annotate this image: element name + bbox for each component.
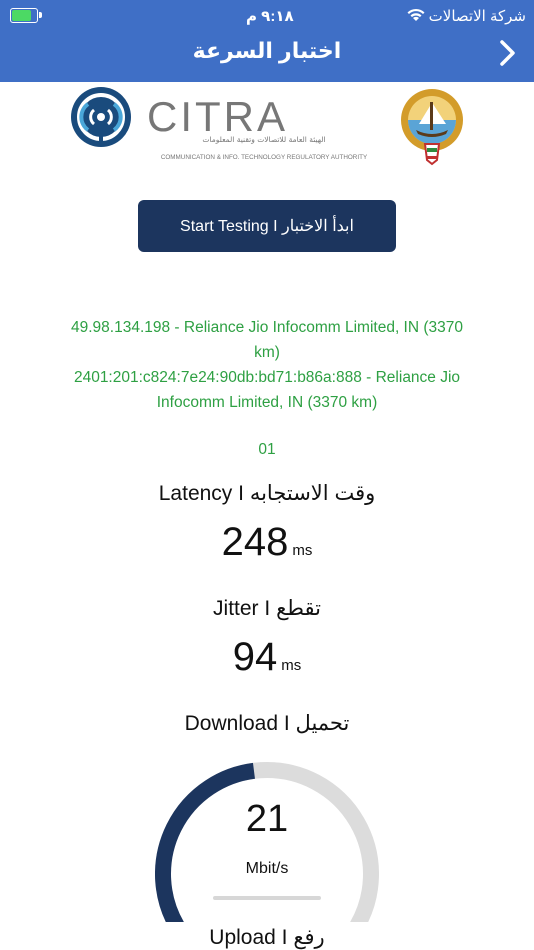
latency-metric: 248 ms [0, 520, 534, 565]
download-label: Download I تحميل [184, 712, 350, 735]
citra-emblem-icon [71, 87, 131, 147]
download-value: 21 [245, 798, 289, 840]
test-counter: 01 [258, 441, 276, 458]
page-title: اختبار السرعة [192, 38, 342, 63]
jitter-label: Jitter I تقطع [213, 597, 321, 620]
logo-row: CITRA الهيئة العامة للاتصالات وتقنية الم… [0, 84, 534, 166]
status-time: ٩:١٨ م [246, 8, 294, 25]
chevron-right-icon[interactable] [494, 38, 520, 68]
kuwait-emblem-icon [401, 89, 463, 166]
server-ipv6-line1: 2401:201:c824:7e24:90db:bd71:b86a:888 - … [73, 369, 461, 386]
upload-label: Upload I رفع [209, 926, 325, 949]
citra-english-name: COMMUNICATION & INFO. TECHNOLOGY REGULAT… [161, 154, 368, 161]
wifi-icon [407, 8, 425, 21]
gauge-baseline [213, 896, 321, 900]
citra-logo: CITRA الهيئة العامة للاتصالات وتقنية الم… [71, 87, 463, 166]
latency-unit: ms [292, 542, 313, 559]
header-bar: ٩:١٨ م شركة الاتصالات اختبار السرعة [0, 0, 534, 82]
citra-wordmark: CITRA [147, 93, 288, 140]
jitter-value: 94 [232, 635, 278, 679]
citra-arabic-name: الهيئة العامة للاتصالات وتقنية المعلومات [202, 135, 325, 144]
carrier-name: شركة الاتصالات [428, 8, 526, 25]
server-ipv4: 49.98.134.198 - Reliance Jio Infocomm Li… [40, 315, 494, 365]
battery-level [12, 10, 31, 21]
battery-tip [39, 12, 42, 18]
server-ipv6: 2401:201:c824:7e24:90db:bd71:b86a:888 - … [40, 365, 494, 415]
latency-value: 248 [221, 520, 289, 564]
jitter-unit: ms [281, 657, 302, 674]
status-bar: ٩:١٨ م شركة الاتصالات [0, 4, 534, 26]
jitter-metric: 94 ms [0, 635, 534, 680]
server-ipv4-line1: 49.98.134.198 - Reliance Jio Infocomm Li… [70, 319, 464, 336]
start-testing-button[interactable]: Start Testing I ابدأ الاختبار [138, 200, 396, 252]
latency-label: Latency I وقت الاستجابه [158, 482, 376, 505]
server-ipv6-line2: Infocomm Limited, IN (3370 km) [156, 394, 378, 411]
battery-icon [10, 8, 38, 23]
download-unit: Mbit/s [245, 860, 289, 877]
server-ipv4-line2: km) [254, 344, 280, 361]
